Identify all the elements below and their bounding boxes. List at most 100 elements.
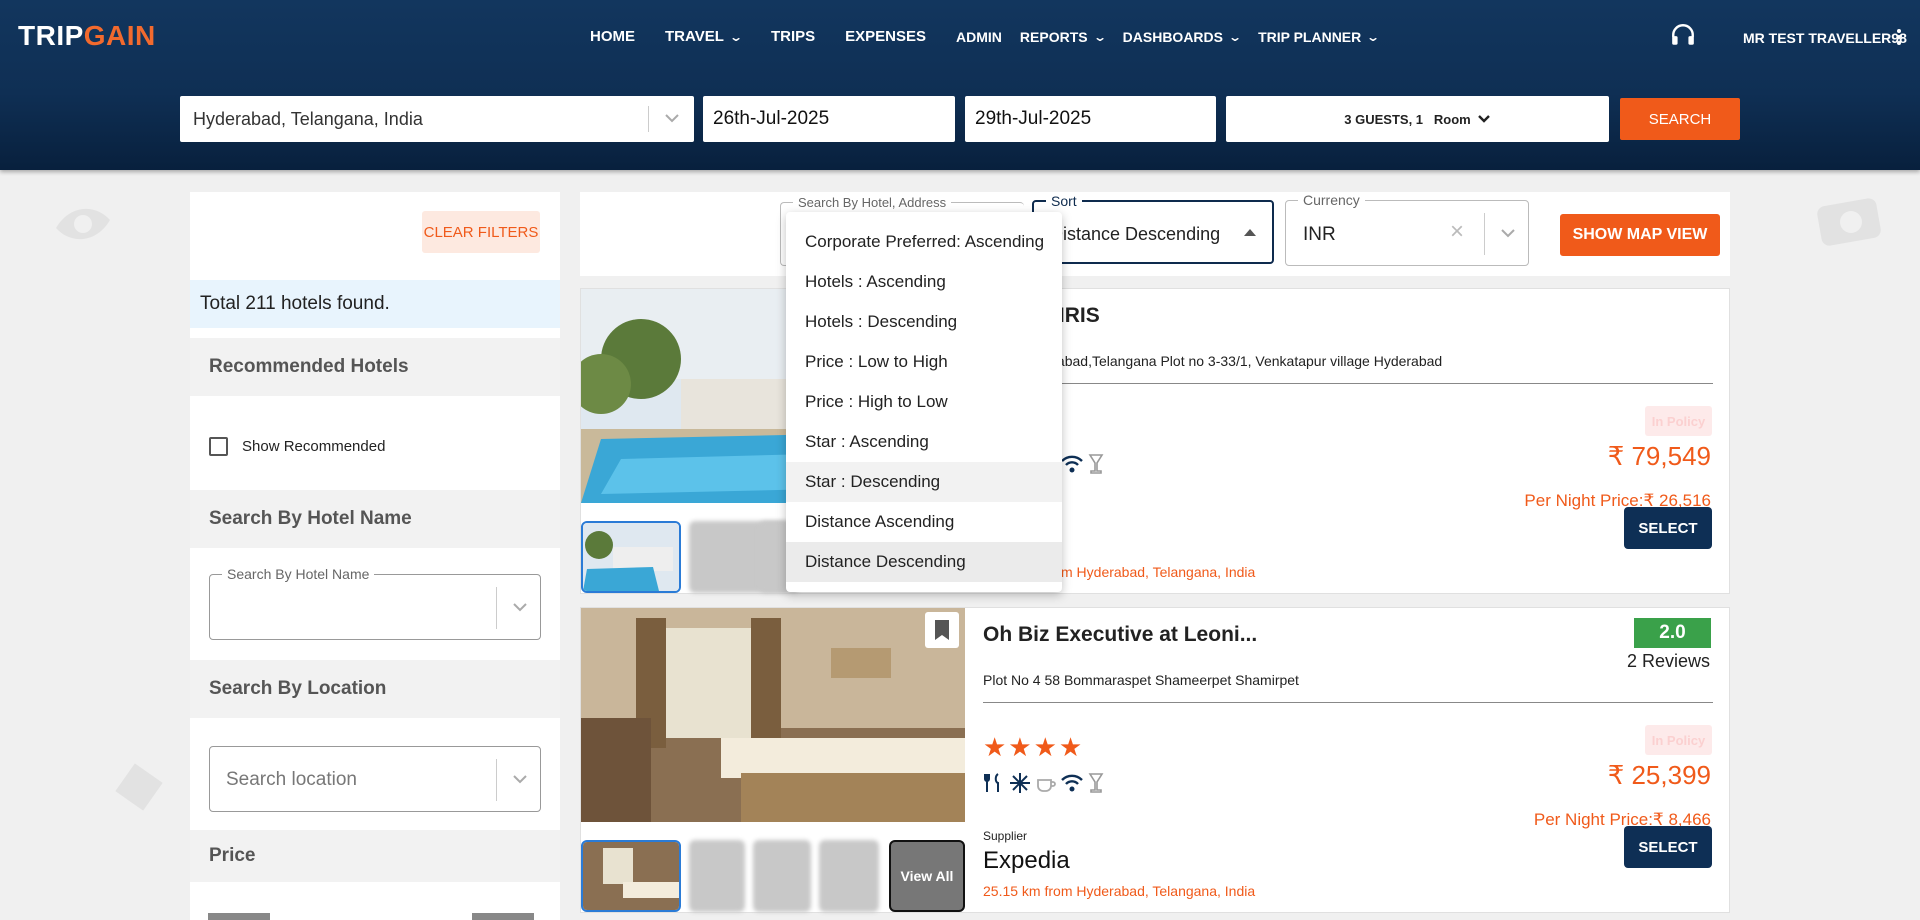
coffee-icon: [1037, 779, 1056, 792]
sort-options-menu: Corporate Preferred: Ascending Hotels : …: [786, 212, 1062, 592]
nav-reports[interactable]: REPORTS ⌄: [1019, 28, 1107, 45]
search-by-hotel-name-heading: Search By Hotel Name: [190, 490, 560, 548]
hotel-photo[interactable]: [581, 608, 965, 822]
chevron-down-icon: ⌄: [728, 29, 743, 44]
location-filter-select[interactable]: Search location: [209, 746, 541, 812]
hotel-address: Plot No 4 58 Bommaraspet Shameerpet Sham…: [983, 672, 1299, 688]
sort-option-star-desc[interactable]: Star : Descending: [786, 462, 1062, 502]
total-hotels-count: Total 211 hotels found.: [190, 280, 560, 328]
sort-option-price-low-high[interactable]: Price : Low to High: [786, 342, 1062, 382]
price-max-handle[interactable]: [472, 913, 534, 920]
nav-admin-label: ADMIN: [956, 28, 1002, 45]
currency-value: INR: [1303, 224, 1336, 245]
distance-text: 25.15 km from Hyderabad, Telangana, Indi…: [983, 883, 1256, 899]
more-vertical-icon[interactable]: [1896, 28, 1902, 46]
amenities: [1061, 453, 1105, 475]
location-select[interactable]: Hyderabad, Telangana, India: [180, 96, 694, 142]
total-price: ₹ 79,549: [1607, 441, 1711, 471]
wifi-icon: [1061, 455, 1083, 473]
clear-icon[interactable]: ×: [1446, 218, 1468, 246]
supplier-label: Supplier: [983, 829, 1028, 843]
show-map-view-button[interactable]: SHOW MAP VIEW: [1560, 214, 1720, 256]
price-min-handle[interactable]: [208, 913, 270, 920]
thumbnail[interactable]: [753, 840, 811, 912]
search-by-location-heading: Search By Location: [190, 660, 560, 718]
nav-travel-label: TRAVEL: [665, 28, 724, 45]
results-toolbar: Search By Hotel, Address Sort Distance D…: [580, 192, 1730, 276]
sort-option-price-high-low[interactable]: Price : High to Low: [786, 382, 1062, 422]
main-nav: HOME TRAVEL ⌄ TRIPS EXPENSES ADMIN REPORT…: [590, 28, 1396, 45]
sort-option-corporate-preferred-asc[interactable]: Corporate Preferred: Ascending: [786, 222, 1062, 262]
chevron-down-icon: ⌄: [1092, 29, 1107, 44]
caret-up-icon: [1244, 229, 1256, 236]
amenities: [983, 772, 1105, 794]
nav-trips[interactable]: TRIPS: [771, 28, 815, 45]
total-price: ₹ 25,399: [1607, 760, 1711, 790]
eye-watermark-icon: [56, 208, 110, 240]
location-value: Hyderabad, Telangana, India: [193, 109, 423, 129]
chevron-down-icon[interactable]: [660, 106, 684, 130]
nav-trip-planner[interactable]: TRIP PLANNER ⌄: [1258, 28, 1380, 45]
room-label: Room: [1433, 111, 1471, 127]
price-heading: Price: [190, 830, 560, 882]
logo-text-trip: TRIP: [18, 20, 84, 51]
nav-home-label: HOME: [590, 28, 635, 45]
thumbnail[interactable]: [689, 840, 745, 912]
headphones-icon[interactable]: [1670, 22, 1696, 48]
bookmark-icon[interactable]: [925, 612, 959, 648]
hotel-name[interactable]: Oh Biz Executive at Leoni...: [983, 623, 1257, 647]
nav-expenses[interactable]: EXPENSES: [845, 28, 926, 45]
nav-travel[interactable]: TRAVEL ⌄: [665, 28, 743, 45]
star-rating: ★★★★: [983, 732, 1085, 762]
sort-option-distance-asc[interactable]: Distance Ascending: [786, 502, 1062, 542]
nav-admin[interactable]: ADMIN: [956, 28, 1002, 45]
thumbnail[interactable]: [581, 840, 681, 912]
chevron-down-icon[interactable]: [508, 767, 532, 791]
rating-badge: 2.0: [1634, 618, 1711, 648]
divider: [983, 702, 1713, 703]
nav-dashboards[interactable]: DASHBOARDS ⌄: [1122, 28, 1242, 45]
select-separator: [496, 587, 497, 629]
nav-home[interactable]: HOME: [590, 28, 635, 45]
checkin-date-field[interactable]: 26th-Jul-2025: [703, 96, 955, 142]
nav-reports-label: REPORTS: [1019, 28, 1088, 45]
chevron-down-icon[interactable]: [508, 595, 532, 619]
divider: [983, 383, 1713, 384]
guests-room-selector[interactable]: 3 GUESTS, 1 Room: [1226, 96, 1609, 142]
location-placeholder: Search location: [226, 769, 357, 790]
hotel-address-legend: Search By Hotel, Address: [793, 195, 952, 210]
camera-watermark-icon: [1817, 198, 1881, 246]
chevron-down-icon[interactable]: [1496, 221, 1520, 245]
hotel-name-select[interactable]: Search By Hotel Name: [209, 566, 541, 640]
search-button[interactable]: SEARCH: [1620, 98, 1740, 140]
thumbnail[interactable]: [581, 521, 681, 593]
nav-dashboards-label: DASHBOARDS: [1122, 28, 1223, 45]
select-hotel-button[interactable]: SELECT: [1624, 507, 1712, 549]
supplier-name: Expedia: [983, 847, 1070, 874]
sort-option-star-asc[interactable]: Star : Ascending: [786, 422, 1062, 462]
view-all-photos-button[interactable]: View All: [889, 840, 965, 912]
sort-option-distance-desc[interactable]: Distance Descending: [786, 542, 1062, 582]
sort-option-hotels-desc[interactable]: Hotels : Descending: [786, 302, 1062, 342]
tripgain-logo[interactable]: TRIPGAIN: [18, 20, 156, 52]
show-recommended-checkbox[interactable]: [209, 437, 228, 456]
in-policy-badge: In Policy: [1645, 406, 1712, 436]
sort-option-hotels-asc[interactable]: Hotels : Ascending: [786, 262, 1062, 302]
select-separator: [496, 759, 497, 801]
recommended-hotels-heading: Recommended Hotels: [190, 338, 560, 396]
guests-value: 3 GUESTS, 1: [1344, 111, 1424, 127]
user-name[interactable]: MR TEST TRAVELLER98: [1743, 30, 1907, 46]
currency-select[interactable]: Currency INR ×: [1285, 192, 1529, 266]
sort-select[interactable]: Sort Distance Descending: [1032, 193, 1274, 264]
snowflake-icon: [1010, 773, 1030, 793]
thumbnail[interactable]: [819, 840, 879, 912]
hotel-card: m Stay-IRIS village,Moinabad,Telangana P…: [580, 288, 1730, 594]
select-hotel-button[interactable]: SELECT: [1624, 826, 1712, 868]
select-separator: [648, 106, 649, 132]
clear-filters-button[interactable]: CLEAR FILTERS: [422, 211, 540, 253]
chip-watermark-icon: [115, 763, 163, 811]
checkout-date-field[interactable]: 29th-Jul-2025: [965, 96, 1216, 142]
checkout-value: 29th-Jul-2025: [975, 108, 1092, 129]
checkin-value: 26th-Jul-2025: [713, 108, 830, 129]
reviews-count[interactable]: 2 Reviews: [1627, 651, 1710, 672]
